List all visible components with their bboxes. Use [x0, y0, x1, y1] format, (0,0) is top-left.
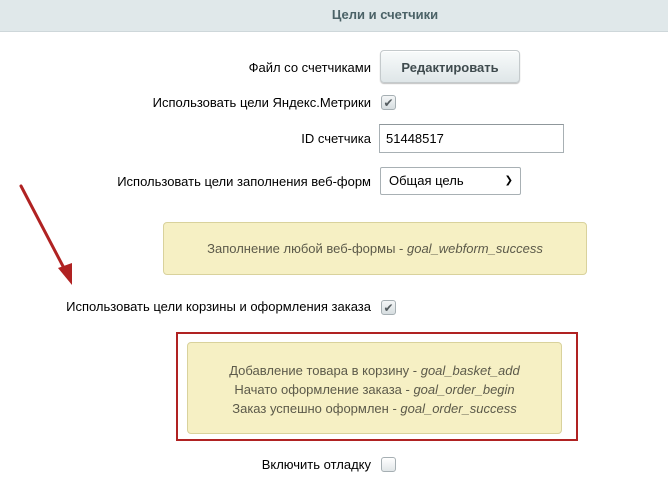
arrow-icon	[19, 184, 72, 285]
